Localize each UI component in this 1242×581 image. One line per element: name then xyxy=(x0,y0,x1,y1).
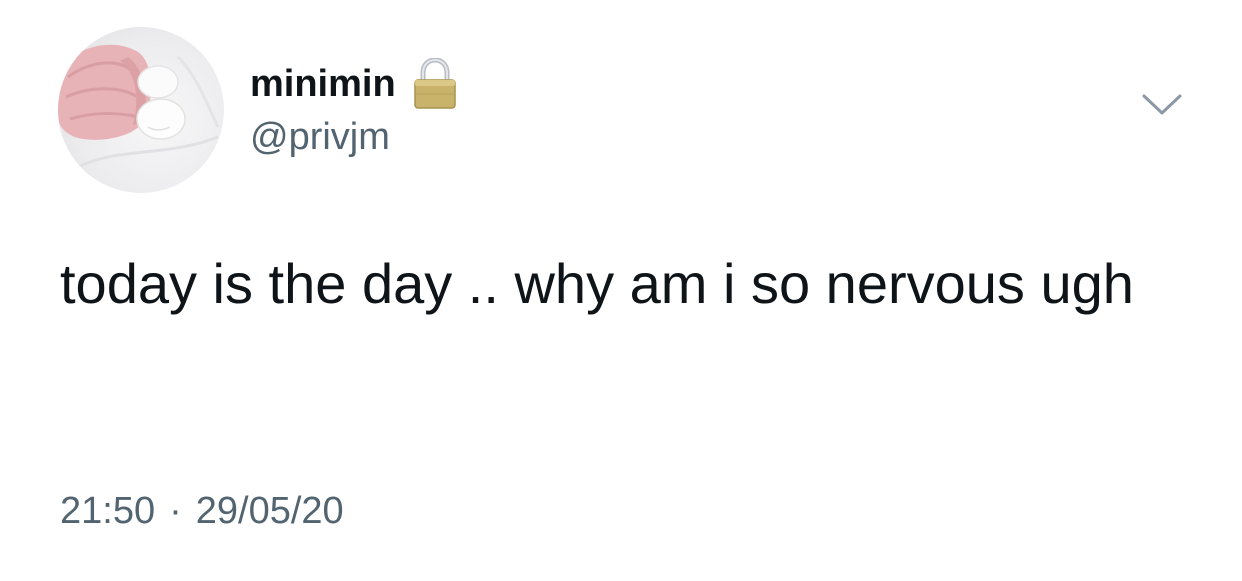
tweet-date[interactable]: 29/05/20 xyxy=(196,490,344,533)
user-info: minimin @privjm xyxy=(250,57,458,159)
tweet-text: today is the day .. why am i so nervous … xyxy=(60,252,1134,315)
meta-separator: · xyxy=(169,490,182,532)
handle[interactable]: @privjm xyxy=(250,116,458,159)
lock-icon xyxy=(412,57,458,110)
avatar[interactable] xyxy=(58,27,224,193)
tweet-time[interactable]: 21:50 xyxy=(60,490,155,533)
tweet-meta: 21:50 · 29/05/20 xyxy=(60,490,344,533)
display-name[interactable]: minimin xyxy=(250,63,396,106)
chevron-down-icon[interactable] xyxy=(1140,92,1184,118)
cat-paw-avatar-image xyxy=(58,44,220,169)
name-row: minimin xyxy=(250,57,458,110)
tweet-card: minimin @privjm today is the day .. why … xyxy=(0,0,1242,581)
